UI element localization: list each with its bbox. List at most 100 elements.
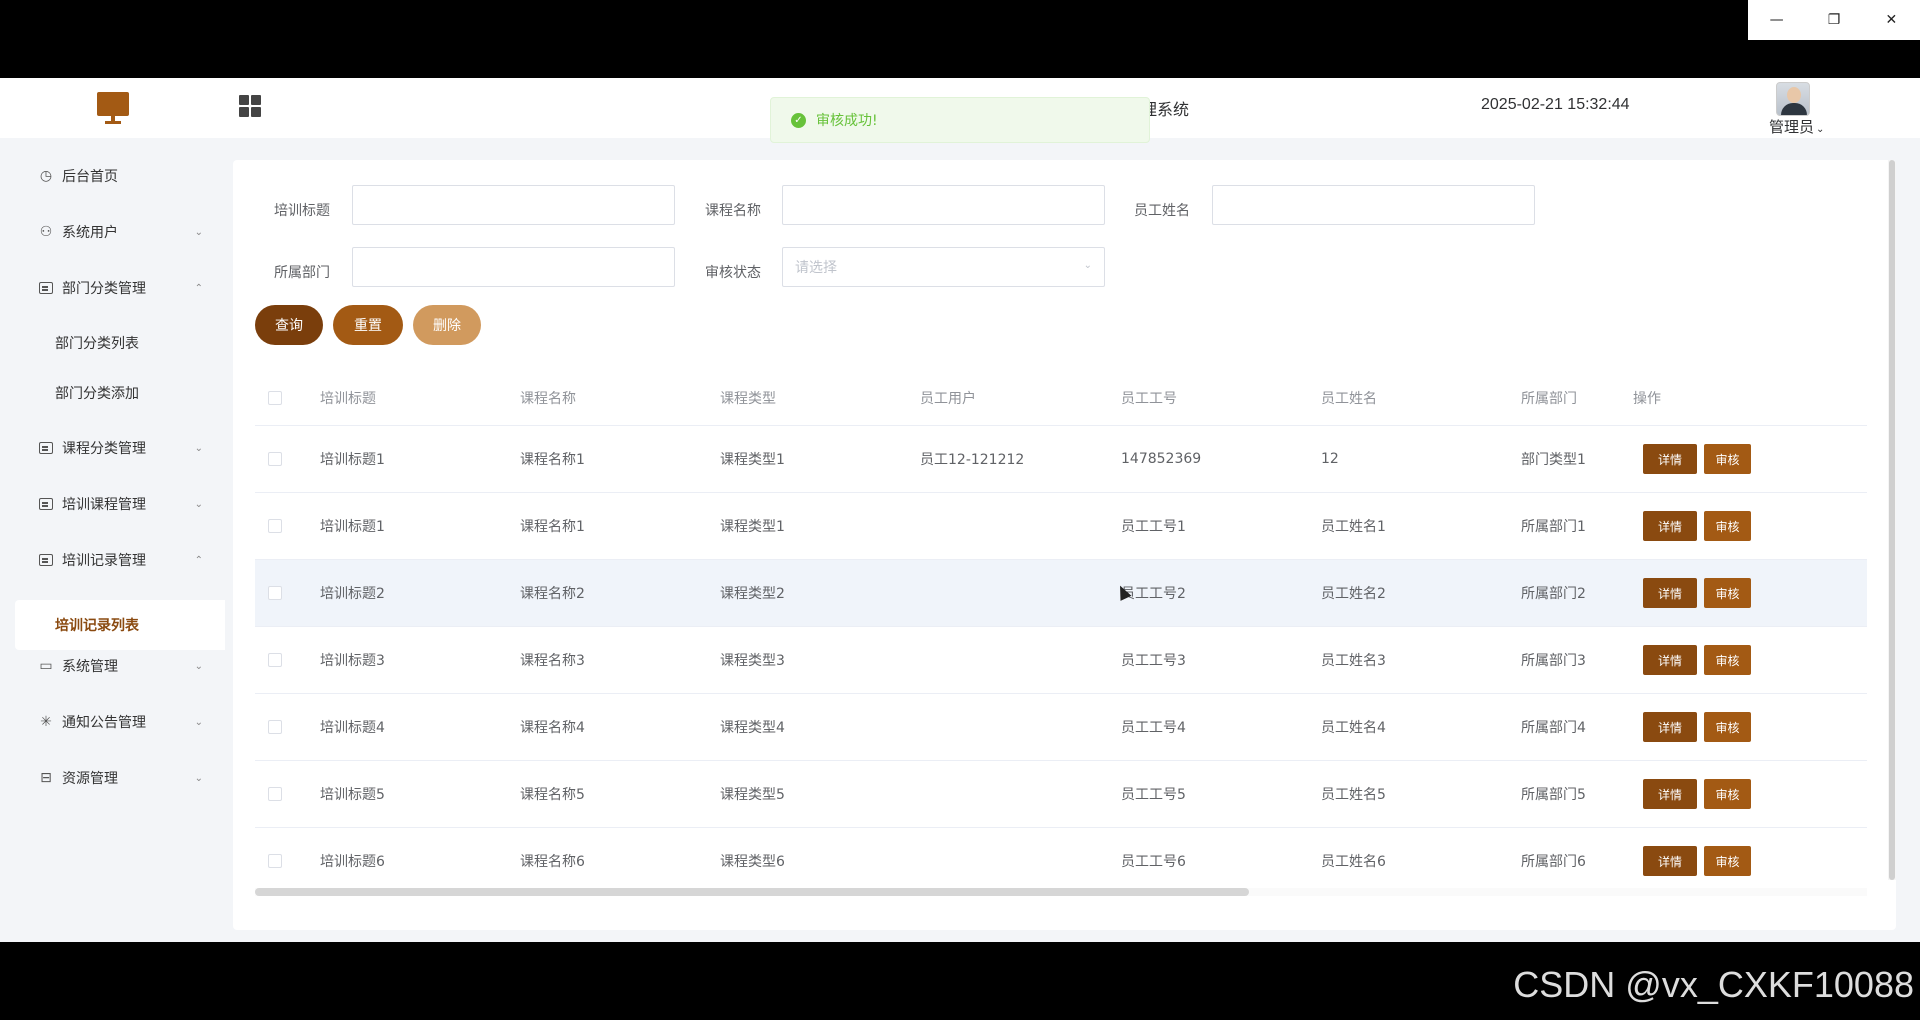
table-cell: 员工工号4	[1121, 720, 1186, 736]
reset-button[interactable]: 重置	[333, 305, 403, 345]
detail-button[interactable]: 详情	[1643, 511, 1697, 541]
audit-button[interactable]: 审核	[1704, 645, 1751, 675]
table-cell: 部门类型1	[1521, 452, 1586, 468]
restore-button[interactable]: ❐	[1805, 0, 1862, 40]
toast-message: 审核成功!	[816, 113, 878, 129]
scrollbar-thumb[interactable]	[255, 888, 1249, 896]
column-header: 员工用户	[920, 390, 976, 407]
table-row[interactable]: 培训标题3 课程名称3 课程类型3 员工工号3 员工姓名3 所属部门3 详情 审核	[255, 627, 1867, 694]
detail-button[interactable]: 详情	[1643, 444, 1697, 474]
row-checkbox[interactable]	[268, 653, 282, 667]
user-menu[interactable]: 管理员 ⌄	[1769, 116, 1824, 137]
delete-button[interactable]: 删除	[413, 305, 481, 345]
table-cell: 培训标题4	[320, 720, 385, 736]
table-cell: 课程名称3	[520, 653, 585, 669]
sidebar-item-dashboard[interactable]: ◷ 后台首页	[0, 148, 225, 204]
table-cell: 员工12-121212	[920, 452, 1025, 468]
table-cell: 员工姓名4	[1321, 720, 1386, 736]
department-filter-input[interactable]	[352, 247, 675, 287]
title-filter-input[interactable]	[352, 185, 675, 225]
chevron-down-icon: ⌄	[1083, 260, 1092, 271]
column-header: 课程类型	[720, 390, 776, 407]
chevron-up-icon: ⌃	[194, 554, 203, 566]
table-row[interactable]: 培训标题5 课程名称5 课程类型5 员工工号5 员工姓名5 所属部门5 详情 审核	[255, 761, 1867, 828]
sidebar-item-department-list[interactable]: 部门分类列表	[0, 318, 225, 368]
table-cell: 所属部门1	[1521, 519, 1586, 535]
table-row[interactable]: 培训标题2 课程名称2 课程类型2 员工工号2 员工姓名2 所属部门2 详情 审核	[255, 560, 1867, 627]
audit-button[interactable]: 审核	[1704, 779, 1751, 809]
avatar[interactable]	[1776, 82, 1810, 116]
table-cell: 员工工号6	[1121, 854, 1186, 870]
table-cell: 课程名称1	[520, 519, 585, 535]
row-checkbox[interactable]	[268, 452, 282, 466]
row-checkbox[interactable]	[268, 519, 282, 533]
chevron-down-icon: ⌄	[194, 442, 203, 454]
audit-button[interactable]: 审核	[1704, 712, 1751, 742]
department-filter-label: 所属部门	[274, 265, 330, 281]
sidebar-item-label: 课程分类管理	[62, 441, 146, 457]
course-filter-label: 课程名称	[705, 203, 761, 219]
table-cell: 课程类型1	[720, 519, 785, 535]
detail-button[interactable]: 详情	[1643, 712, 1697, 742]
row-checkbox[interactable]	[268, 586, 282, 600]
sidebar-item-training-course[interactable]: 培训课程管理 ⌄	[0, 476, 225, 532]
watermark: CSDN @vx_CXKF10088	[1513, 964, 1914, 1005]
status-filter-label: 审核状态	[705, 265, 761, 281]
employee-name-filter-input[interactable]	[1212, 185, 1535, 225]
table-cell: 员工工号1	[1121, 519, 1186, 535]
chevron-down-icon: ⌄	[194, 498, 203, 510]
sidebar-item-label: 培训课程管理	[62, 497, 146, 513]
minimize-button[interactable]: —	[1748, 0, 1805, 40]
table-cell: 培训标题1	[320, 452, 385, 468]
table-cell: 培训标题3	[320, 653, 385, 669]
chevron-up-icon: ⌃	[194, 282, 203, 294]
loader-icon: ✳	[40, 714, 52, 730]
audit-button[interactable]: 审核	[1704, 578, 1751, 608]
sidebar-item-department-category[interactable]: 部门分类管理 ⌃	[0, 260, 225, 316]
scrollbar-thumb[interactable]	[1889, 160, 1895, 880]
sidebar-item-training-record[interactable]: 培训记录管理 ⌃	[0, 532, 225, 588]
sidebar-item-system-users[interactable]: ⚇ 系统用户 ⌄	[0, 204, 225, 260]
table-cell: 员工姓名1	[1321, 519, 1386, 535]
list-icon	[38, 280, 54, 296]
chevron-down-icon: ⌄	[1816, 124, 1825, 135]
user-icon: ⚇	[39, 224, 53, 240]
status-select[interactable]: 请选择 ⌄	[782, 247, 1105, 287]
sidebar-item-label: 资源管理	[62, 771, 118, 787]
sidebar-item-course-category[interactable]: 课程分类管理 ⌄	[0, 420, 225, 476]
detail-button[interactable]: 详情	[1643, 578, 1697, 608]
table-cell: 培训标题6	[320, 854, 385, 870]
select-all-checkbox[interactable]	[268, 391, 282, 405]
sidebar-item-label: 后台首页	[62, 169, 118, 185]
audit-button[interactable]: 审核	[1704, 846, 1751, 876]
sidebar-item-resources[interactable]: ⊟ 资源管理 ⌄	[0, 750, 225, 806]
monitor-logo-icon[interactable]	[97, 92, 129, 124]
table-row[interactable]: 培训标题1 课程名称1 课程类型1 员工工号1 员工姓名1 所属部门1 详情 审核	[255, 493, 1867, 560]
detail-button[interactable]: 详情	[1643, 779, 1697, 809]
horizontal-scrollbar[interactable]	[255, 888, 1867, 896]
vertical-scrollbar[interactable]	[1888, 160, 1896, 880]
table-row[interactable]: 培训标题6 课程名称6 课程类型6 员工工号6 员工姓名6 所属部门6 详情 审核	[255, 828, 1867, 895]
row-checkbox[interactable]	[268, 787, 282, 801]
sidebar-item-department-add[interactable]: 部门分类添加	[0, 368, 225, 418]
detail-button[interactable]: 详情	[1643, 846, 1697, 876]
column-header: 操作	[1633, 390, 1661, 407]
table-cell: 员工姓名6	[1321, 854, 1386, 870]
table-row[interactable]: 培训标题4 课程名称4 课程类型4 员工工号4 员工姓名4 所属部门4 详情 审核	[255, 694, 1867, 761]
table-cell: 所属部门5	[1521, 787, 1586, 803]
sidebar-item-notice[interactable]: ✳ 通知公告管理 ⌄	[0, 694, 225, 750]
query-button[interactable]: 查询	[255, 305, 323, 345]
detail-button[interactable]: 详情	[1643, 645, 1697, 675]
row-checkbox[interactable]	[268, 720, 282, 734]
table-row[interactable]: 培训标题1 课程名称1 课程类型1 员工12-121212 147852369 12 部门类…	[255, 426, 1867, 493]
row-checkbox[interactable]	[268, 854, 282, 868]
audit-button[interactable]: 审核	[1704, 444, 1751, 474]
close-button[interactable]: ✕	[1863, 0, 1920, 40]
sidebar-item-label: 系统用户	[62, 225, 118, 241]
sidebar-item-system-management[interactable]: ▭ 系统管理 ⌄	[0, 638, 225, 694]
audit-button[interactable]: 审核	[1704, 511, 1751, 541]
grid-menu-icon[interactable]	[239, 95, 261, 117]
course-filter-input[interactable]	[782, 185, 1105, 225]
table-cell: 所属部门3	[1521, 653, 1586, 669]
row-actions: 详情 审核	[1643, 828, 1751, 894]
